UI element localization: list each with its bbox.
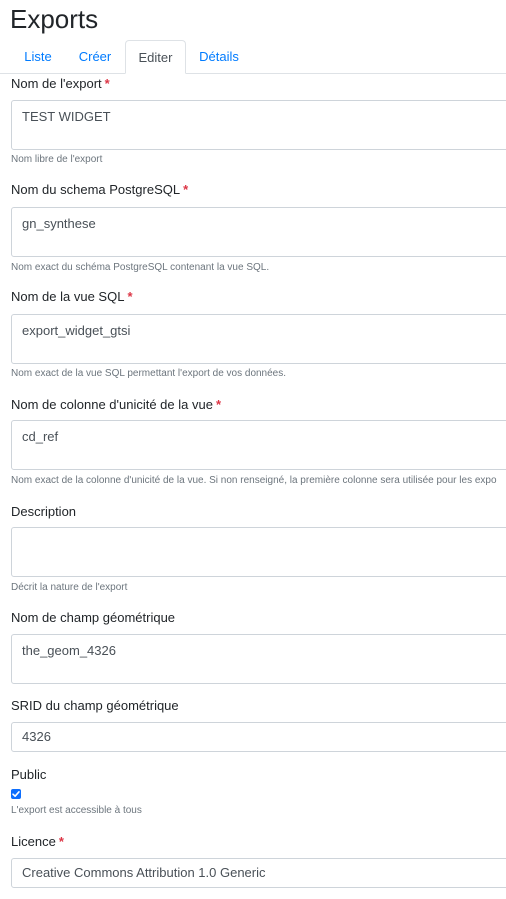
colonne-label: Nom de colonne d'unicité de la vue * bbox=[11, 397, 221, 412]
vue-label-text: Nom de la vue SQL bbox=[11, 289, 125, 304]
tab-liste[interactable]: Liste bbox=[10, 40, 66, 74]
description-input[interactable] bbox=[11, 527, 506, 577]
tab-details[interactable]: Détails bbox=[186, 40, 252, 74]
nom-export-input[interactable]: TEST WIDGET bbox=[11, 100, 506, 150]
schema-help: Nom exact du schéma PostgreSQL contenant… bbox=[11, 262, 270, 273]
geom-label: Nom de champ géométrique bbox=[11, 610, 176, 625]
colonne-input[interactable]: cd_ref bbox=[11, 420, 506, 470]
public-label: Public bbox=[11, 767, 47, 782]
licence-select[interactable]: Creative Commons Attribution 1.0 Generic bbox=[11, 858, 506, 888]
vue-label: Nom de la vue SQL * bbox=[11, 289, 133, 304]
tab-creer[interactable]: Créer bbox=[66, 40, 124, 74]
public-help: L'export est accessible à tous bbox=[11, 805, 142, 816]
srid-label: SRID du champ géométrique bbox=[11, 698, 179, 713]
description-help: Décrit la nature de l'export bbox=[11, 582, 128, 593]
tab-editer[interactable]: Editer bbox=[125, 40, 186, 74]
tab-bar: Liste Créer Editer Détails bbox=[0, 40, 506, 74]
check-icon bbox=[12, 791, 20, 797]
licence-label: Licence * bbox=[11, 834, 64, 849]
nom-export-help: Nom libre de l'export bbox=[11, 154, 103, 165]
nom-export-label: Nom de l'export * bbox=[11, 76, 110, 91]
required-marker: * bbox=[127, 289, 133, 304]
required-marker: * bbox=[215, 397, 222, 412]
colonne-help: Nom exact de la colonne d'unicité de la … bbox=[11, 475, 497, 486]
schema-label-text: Nom du schema PostgreSQL bbox=[11, 182, 181, 197]
vue-help: Nom exact de la vue SQL permettant l'exp… bbox=[11, 368, 287, 379]
schema-label: Nom du schema PostgreSQL * bbox=[11, 182, 188, 197]
description-label: Description bbox=[11, 504, 77, 519]
vue-input[interactable]: export_widget_gtsi bbox=[11, 314, 506, 364]
required-marker: * bbox=[58, 834, 64, 849]
colonne-label-text: Nom de colonne d'unicité de la vue bbox=[11, 397, 213, 412]
required-marker: * bbox=[104, 76, 110, 91]
page-title: Exports bbox=[10, 4, 99, 34]
licence-label-text: Licence bbox=[11, 834, 56, 849]
srid-input[interactable]: 4326 bbox=[11, 722, 506, 752]
public-checkbox[interactable] bbox=[11, 789, 21, 799]
geom-input[interactable]: the_geom_4326 bbox=[11, 634, 506, 684]
exports-page: Exports Liste Créer Editer Détails Nom d… bbox=[0, 0, 506, 899]
nom-export-label-text: Nom de l'export bbox=[11, 76, 102, 91]
schema-input[interactable]: gn_synthese bbox=[11, 207, 506, 257]
required-marker: * bbox=[183, 182, 189, 197]
